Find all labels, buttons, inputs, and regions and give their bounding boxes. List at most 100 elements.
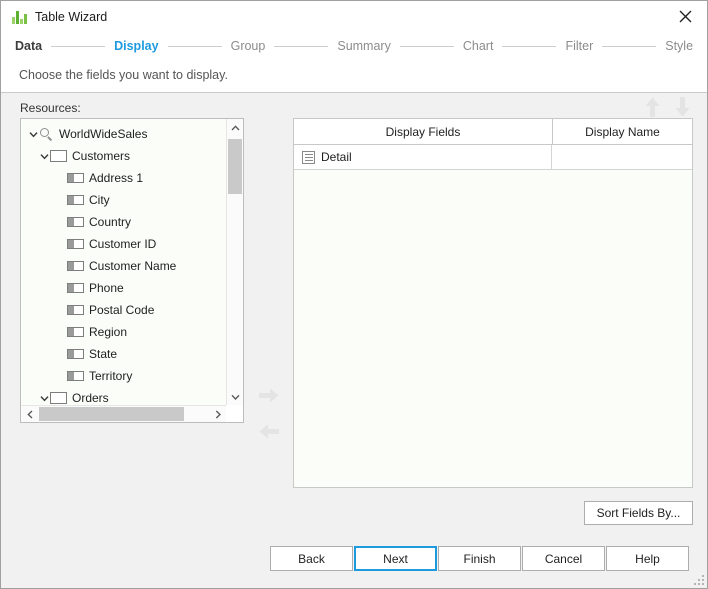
step-filter[interactable]: Filter [565,39,593,53]
next-button[interactable]: Next [354,546,437,571]
tree-item-label: Address 1 [89,171,143,185]
tree-item[interactable]: Postal Code [21,299,226,321]
tree-item[interactable]: Customers [21,145,226,167]
step-display[interactable]: Display [114,39,158,53]
resources-tree-panel: WorldWideSales Customers Address 1 City Coun… [20,118,244,423]
tree-vertical-scrollbar[interactable] [226,119,243,405]
detail-icon [302,151,315,164]
step-connector [400,46,454,47]
page-description: Choose the fields you want to display. [1,60,707,93]
scroll-down-button[interactable] [227,388,243,405]
field-icon [67,195,84,205]
arrow-down-icon [675,97,690,117]
display-fields-header: Display Fields Display Name [294,119,692,145]
move-field-up-button[interactable] [640,95,664,119]
add-field-button[interactable] [256,382,282,408]
tree-item-label: State [89,347,117,361]
chevron-down-icon [231,394,240,400]
resources-tree-viewport: WorldWideSales Customers Address 1 City Coun… [21,119,226,405]
tree-item-label: Customer ID [89,237,156,251]
scroll-left-button[interactable] [21,406,38,422]
tree-item-label: Region [89,325,127,339]
field-icon [67,283,84,293]
chevron-down-icon [40,395,49,402]
cell-display-field[interactable]: Detail [294,145,552,169]
field-icon [67,173,84,183]
step-connector [168,46,222,47]
tree-item[interactable]: Territory [21,365,226,387]
step-connector [51,46,105,47]
window-title: Table Wizard [35,10,107,24]
field-icon [67,239,84,249]
remove-field-button[interactable] [256,418,282,444]
chevron-left-icon [27,410,33,419]
step-connector [274,46,328,47]
step-summary[interactable]: Summary [337,39,390,53]
tree-item[interactable]: Customer ID [21,233,226,255]
tree-item[interactable]: Region [21,321,226,343]
tree-item-label: Customer Name [89,259,176,273]
table-icon [50,150,67,162]
field-icon [67,371,84,381]
scrollbar-corner [226,405,243,422]
step-connector [602,46,656,47]
display-fields-panel: Display Fields Display Name Detail [293,118,693,488]
cell-display-name[interactable] [552,145,692,169]
tree-item[interactable]: Customer Name [21,255,226,277]
tree-item[interactable]: Address 1 [21,167,226,189]
table-wizard-dialog: Table Wizard Data Display Group Summary … [0,0,708,589]
tree-horizontal-scroll-thumb[interactable] [39,407,184,421]
table-row[interactable]: Detail [294,145,692,170]
column-header-display-name[interactable]: Display Name [553,119,692,144]
query-icon [39,127,54,142]
step-group[interactable]: Group [231,39,266,53]
sort-fields-by-button[interactable]: Sort Fields By... [584,501,693,525]
tree-item-label: WorldWideSales [59,127,147,141]
tree-item[interactable]: City [21,189,226,211]
tree-item[interactable]: Orders [21,387,226,405]
tree-vertical-scroll-thumb[interactable] [228,139,242,194]
chevron-down-icon [40,153,49,160]
step-chart[interactable]: Chart [463,39,494,53]
field-icon [67,349,84,359]
cancel-button[interactable]: Cancel [522,546,605,571]
field-icon [67,261,84,271]
arrow-up-icon [645,97,660,117]
tree-item[interactable]: Phone [21,277,226,299]
dialog-footer: Back Next Finish Cancel Help [1,532,707,588]
tree-item-label: City [89,193,110,207]
chevron-down-icon [29,131,38,138]
step-style[interactable]: Style [665,39,693,53]
tree-expander[interactable] [38,150,50,162]
tree-item[interactable]: WorldWideSales [21,123,226,145]
scroll-up-button[interactable] [227,119,243,136]
tree-expander[interactable] [27,128,39,140]
step-data[interactable]: Data [15,39,42,53]
table-icon [50,392,67,404]
resources-tree[interactable]: WorldWideSales Customers Address 1 City Coun… [21,119,226,405]
tree-item[interactable]: Country [21,211,226,233]
chevron-up-icon [231,125,240,131]
tree-item-label: Customers [72,149,130,163]
resources-label: Resources: [20,101,81,115]
chevron-right-icon [215,410,221,419]
finish-button[interactable]: Finish [438,546,521,571]
tree-item[interactable]: State [21,343,226,365]
resize-grip-icon[interactable] [693,574,705,586]
column-header-display-fields[interactable]: Display Fields [294,119,553,144]
tree-item-label: Territory [89,369,132,383]
close-icon [679,10,692,23]
tree-expander[interactable] [38,392,50,404]
close-button[interactable] [663,1,707,32]
move-field-down-button[interactable] [670,95,694,119]
arrow-left-icon [259,424,279,439]
tree-horizontal-scrollbar[interactable] [21,405,226,422]
tree-item-label: Orders [72,391,109,405]
field-icon [67,305,84,315]
step-connector [502,46,556,47]
back-button[interactable]: Back [270,546,353,571]
scroll-right-button[interactable] [209,406,226,422]
title-bar: Table Wizard [1,1,707,32]
tree-item-label: Phone [89,281,124,295]
help-button[interactable]: Help [606,546,689,571]
